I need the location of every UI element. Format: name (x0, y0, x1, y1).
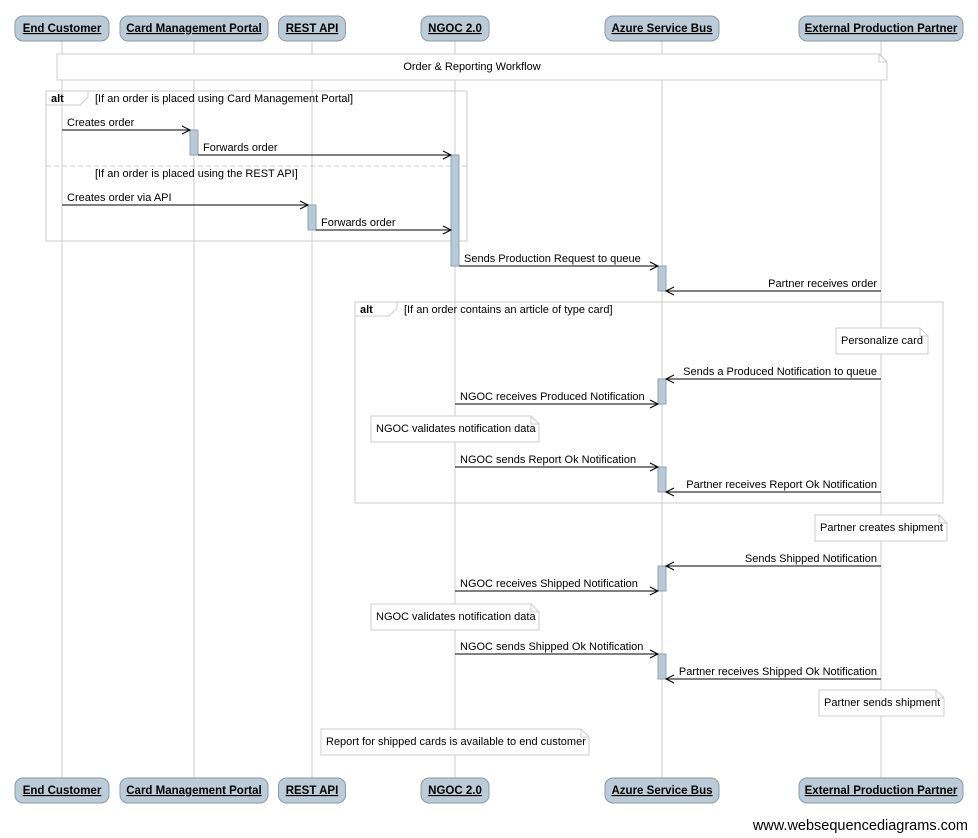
activation-bar (657, 378, 667, 405)
message-label: Sends a Produced Notification to queue (683, 366, 877, 378)
activation-bar (657, 653, 667, 680)
message-label: NGOC sends Shipped Ok Notification (460, 641, 643, 653)
message-label: NGOC receives Produced Notification (460, 391, 645, 403)
actor-end-customer-top[interactable]: End Customer (14, 15, 110, 42)
note-6: Report for shipped cards is available to… (320, 728, 590, 756)
actor-label: REST API (286, 785, 339, 797)
actor-label: REST API (286, 23, 339, 35)
message-label: NGOC sends Report Ok Notification (460, 454, 636, 466)
message-9: NGOC sends Report Ok Notification (455, 454, 660, 472)
actor-end-customer-bottom[interactable]: End Customer (14, 777, 110, 804)
actor-label: External Production Partner (805, 785, 958, 797)
note-5: Partner sends shipment (818, 689, 945, 717)
actor-ngoc-bottom[interactable]: NGOC 2.0 (420, 777, 490, 804)
note-text: Report for shipped cards is available to… (326, 736, 586, 748)
note-text: NGOC validates notification data (376, 423, 536, 435)
message-label: Partner receives Shipped Ok Notification (679, 666, 877, 678)
note-text: Partner sends shipment (824, 697, 940, 709)
actor-rest-api-bottom[interactable]: REST API (278, 777, 346, 804)
frame-condition: [If an order is placed using the REST AP… (95, 168, 298, 180)
messages: Creates order Forwards order Creates order… (62, 117, 881, 684)
activation-bar (657, 466, 667, 493)
message-label: NGOC receives Shipped Notification (460, 578, 638, 590)
frame-condition: [If an order contains an article of type… (404, 304, 613, 316)
actors: End Customer Card Management Portal REST A… (14, 15, 964, 804)
message-label: Sends Shipped Notification (745, 553, 877, 565)
message-6: Partner receives order (664, 278, 881, 296)
actor-card-management-portal-top[interactable]: Card Management Portal (119, 15, 269, 42)
note-text: NGOC validates notification data (376, 611, 536, 623)
message-4: Forwards order (316, 217, 453, 235)
actor-external-production-partner-top[interactable]: External Production Partner (798, 15, 964, 42)
message-label: Partner receives order (768, 278, 877, 290)
actor-label: End Customer (23, 23, 102, 35)
actor-rest-api-top[interactable]: REST API (278, 15, 346, 42)
actor-label: Card Management Portal (126, 23, 261, 35)
activation-bar (307, 204, 317, 231)
note-4: NGOC validates notification data (370, 603, 540, 631)
message-label: Partner receives Report Ok Notification (686, 479, 877, 491)
note-text: Personalize card (841, 335, 923, 347)
frame-condition: [If an order is placed using Card Manage… (95, 93, 353, 105)
actor-label: NGOC 2.0 (428, 785, 482, 797)
activation-bar (657, 565, 667, 592)
title-note: Order & Reporting Workflow (56, 53, 888, 81)
alt-frame-1: alt [If an order is placed using Card Man… (45, 90, 468, 242)
actor-label: NGOC 2.0 (428, 23, 482, 35)
activation-bar (657, 265, 667, 292)
message-13: NGOC sends Shipped Ok Notification (455, 641, 660, 659)
title-note-text: Order & Reporting Workflow (403, 61, 540, 73)
message-label: Creates order (67, 117, 135, 129)
message-3: Creates order via API (62, 192, 310, 210)
message-label: Forwards order (321, 217, 396, 229)
actor-label: Azure Service Bus (612, 785, 713, 797)
note-text: Partner creates shipment (820, 522, 943, 534)
actor-label: Card Management Portal (126, 785, 261, 797)
actor-external-production-partner-bottom[interactable]: External Production Partner (798, 777, 964, 804)
actor-label: Azure Service Bus (612, 23, 713, 35)
actor-azure-service-bus-bottom[interactable]: Azure Service Bus (604, 777, 720, 804)
message-1: Creates order (62, 117, 192, 135)
message-10: Partner receives Report Ok Notification (664, 479, 881, 497)
frame-keyword: alt (51, 93, 64, 105)
message-8: NGOC receives Produced Notification (455, 391, 660, 409)
message-2: Forwards order (198, 142, 453, 160)
message-12: NGOC receives Shipped Notification (455, 578, 660, 596)
message-5: Sends Production Request to queue (459, 253, 660, 271)
message-11: Sends Shipped Notification (664, 553, 881, 571)
note-1: Personalize card (835, 327, 929, 355)
frame-keyword: alt (360, 304, 373, 316)
note-2: NGOC validates notification data (370, 415, 540, 443)
watermark: www.websequencediagrams.com (752, 818, 968, 834)
activation-bar (189, 129, 199, 156)
actor-label: External Production Partner (805, 23, 958, 35)
message-label: Forwards order (203, 142, 278, 154)
actor-ngoc-top[interactable]: NGOC 2.0 (420, 15, 490, 42)
note-3: Partner creates shipment (814, 514, 948, 542)
actor-label: End Customer (23, 785, 102, 797)
message-14: Partner receives Shipped Ok Notification (664, 666, 881, 684)
message-label: Sends Production Request to queue (464, 253, 641, 265)
actor-azure-service-bus-top[interactable]: Azure Service Bus (604, 15, 720, 42)
sequence-diagram: alt [If an order is placed using Card Man… (14, 15, 964, 804)
message-label: Creates order via API (67, 192, 172, 204)
actor-card-management-portal-bottom[interactable]: Card Management Portal (119, 777, 269, 804)
message-7: Sends a Produced Notification to queue (664, 366, 881, 384)
activation-bar (450, 154, 460, 267)
